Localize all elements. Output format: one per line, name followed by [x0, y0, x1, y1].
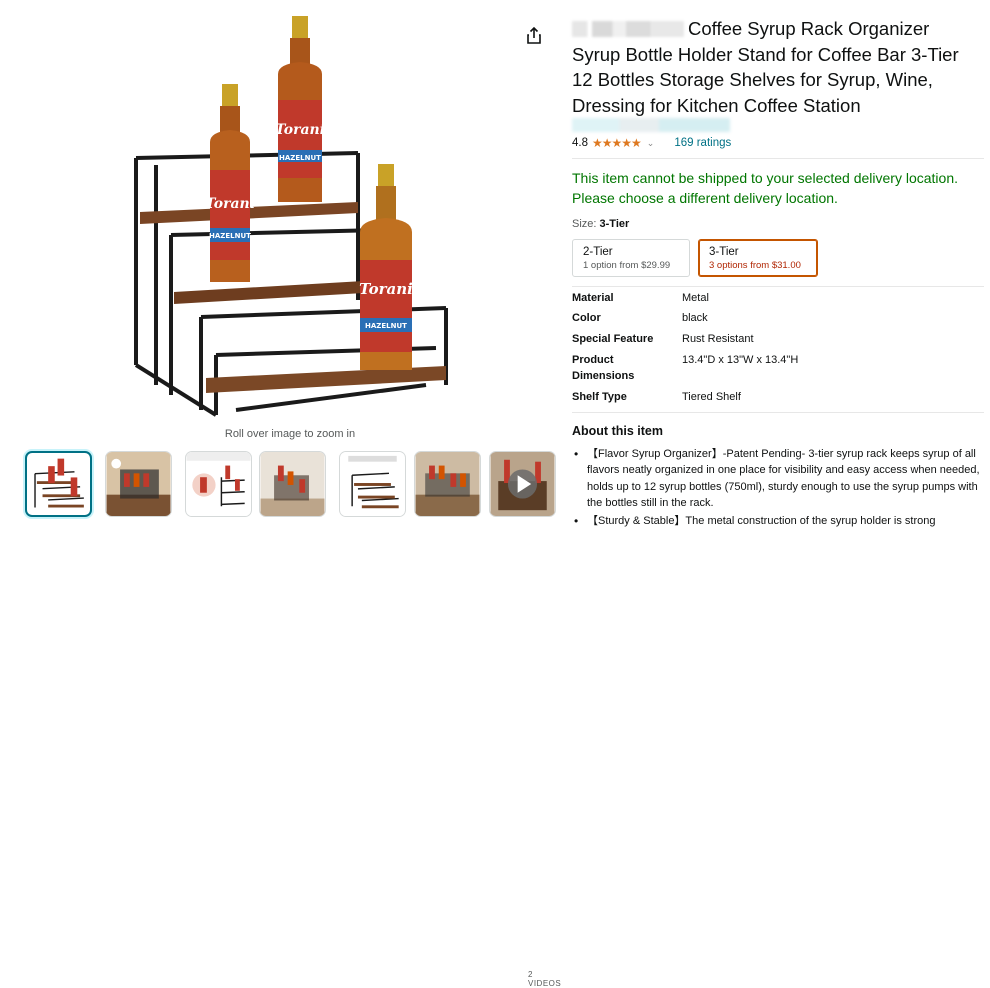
spec-key: Material	[572, 292, 614, 304]
size-option-name: 2-Tier	[583, 246, 613, 258]
bottle-brand-text: Torani	[205, 196, 255, 212]
svg-text:Torani: Torani	[275, 122, 325, 138]
spec-value: black	[682, 312, 708, 324]
size-option-price: 3 options from $31.00	[709, 260, 801, 271]
product-title: Coffee Syrup Rack Organizer Syrup Bottle…	[572, 16, 982, 118]
thumb-counter-scene[interactable]	[259, 451, 326, 517]
divider	[572, 286, 984, 287]
main-product-image[interactable]: Torani HAZELNUT Torani HAZELNUT Torani H…	[126, 10, 456, 422]
svg-text:HAZELNUT: HAZELNUT	[365, 322, 407, 330]
videos-label: 2 VIDEOS	[528, 970, 562, 988]
brand-name-redacted	[572, 21, 684, 37]
size-selected: 3-Tier	[599, 218, 630, 230]
spec-key: Product Dimensions	[572, 354, 635, 382]
bullet-item: 【Sturdy & Stable】The metal construction …	[572, 513, 984, 530]
svg-text:HAZELNUT: HAZELNUT	[279, 154, 321, 162]
spec-key: Shelf Type	[572, 391, 627, 403]
about-heading: About this item	[572, 424, 663, 438]
svg-text:Torani: Torani	[359, 280, 413, 298]
rating-value: 4.8	[572, 137, 588, 149]
shipping-message: This item cannot be shipped to your sele…	[572, 170, 958, 206]
rating-row: 4.8 ★★★★★ ⌄ 169 ratings	[572, 135, 731, 151]
thumb-product-dimension[interactable]	[339, 451, 406, 517]
spec-key: Color	[572, 312, 601, 324]
store-link-redacted[interactable]	[572, 118, 730, 132]
thumb-kitchen-scene[interactable]	[105, 451, 172, 517]
divider	[572, 158, 984, 159]
bottle-flavor-text: HAZELNUT	[209, 232, 251, 240]
star-rating-icon[interactable]: ★★★★★	[592, 136, 642, 150]
thumb-install-guide[interactable]	[185, 451, 252, 517]
thumbnail-strip: 2 VIDEOS	[25, 451, 561, 988]
thumb-shelf-scene[interactable]	[414, 451, 481, 517]
chevron-down-icon[interactable]: ⌄	[647, 138, 655, 149]
spec-value: Rust Resistant	[682, 333, 754, 345]
about-bullets: 【Flavor Syrup Organizer】-Patent Pending-…	[572, 446, 984, 531]
rating-count-link[interactable]: 169 ratings	[674, 137, 731, 149]
spec-value: 13.4"D x 13"W x 13.4"H	[682, 354, 799, 366]
size-option-3-tier[interactable]: 3-Tier 3 options from $31.00	[698, 239, 818, 277]
size-option-price: 1 option from $29.99	[583, 260, 671, 271]
divider	[572, 412, 984, 413]
size-label: Size: 3-Tier	[572, 218, 630, 230]
size-option-2-tier[interactable]: 2-Tier 1 option from $29.99	[572, 239, 690, 277]
zoom-hint: Roll over image to zoom in	[224, 428, 356, 440]
spec-key: Special Feature	[572, 333, 654, 345]
size-option-name: 3-Tier	[709, 246, 739, 258]
thumb-video[interactable]	[489, 451, 556, 517]
bullet-item: 【Flavor Syrup Organizer】-Patent Pending-…	[572, 446, 984, 511]
spec-value: Metal	[682, 292, 709, 304]
thumb-main-rack[interactable]	[25, 451, 92, 517]
spec-value: Tiered Shelf	[682, 391, 741, 403]
share-icon[interactable]	[524, 26, 544, 46]
